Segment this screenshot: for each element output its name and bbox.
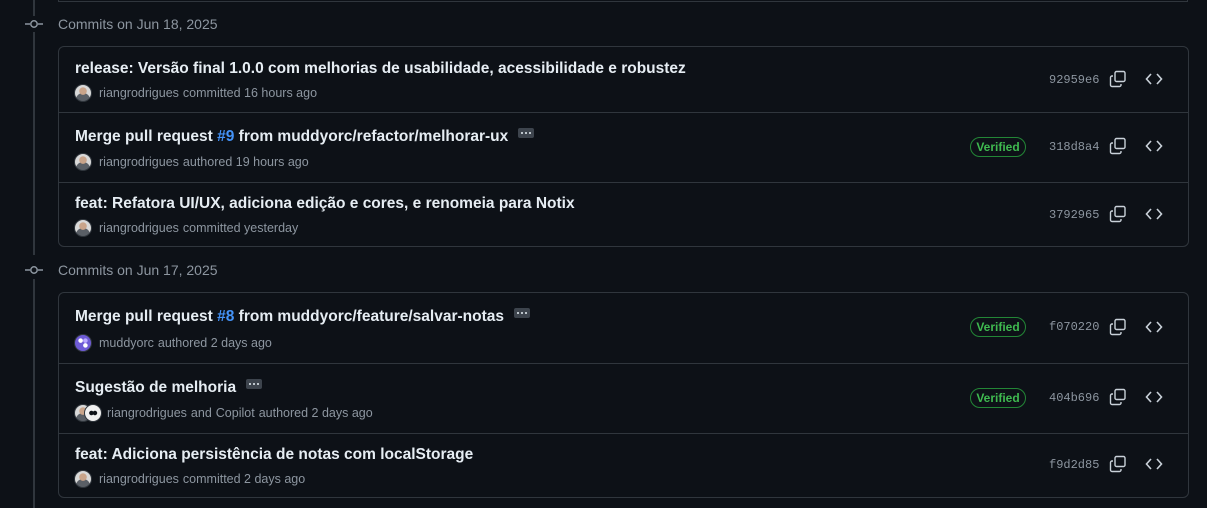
commit-sha-link[interactable]: 3792965 (1049, 208, 1099, 222)
commit-meta: riangrodrigues committed 16 hours ago (75, 85, 317, 101)
pull-request-link[interactable]: #8 (217, 308, 234, 326)
copy-icon[interactable] (1109, 455, 1127, 473)
coauthor-link[interactable]: Copilot (216, 406, 255, 420)
commit-sha-link[interactable]: 92959e6 (1049, 73, 1099, 87)
pull-request-link[interactable]: #9 (217, 128, 234, 146)
author-link[interactable]: riangrodrigues (99, 86, 179, 100)
timeline-line (33, 32, 35, 255)
verified-badge[interactable]: Verified (970, 317, 1026, 337)
commit-message[interactable]: Sugestão de melhoria (75, 379, 236, 397)
commit-row: release: Versão final 1.0.0 com melhoria… (59, 47, 1188, 112)
avatar[interactable] (75, 335, 91, 351)
kebab-horizontal-icon[interactable] (518, 128, 535, 138)
code-icon[interactable] (1145, 70, 1163, 88)
code-icon[interactable] (1145, 455, 1163, 473)
kebab-horizontal-icon[interactable] (246, 379, 263, 389)
git-commit-icon (24, 16, 44, 32)
coauthor-join: and (190, 406, 212, 420)
copy-icon[interactable] (1109, 318, 1127, 336)
copy-icon[interactable] (1109, 205, 1127, 223)
previous-box-edge-left (58, 0, 59, 2)
commit-title-link[interactable]: feat: Refatora UI/UX, adiciona edição e … (75, 195, 575, 213)
avatar[interactable] (75, 85, 91, 101)
verified-badge[interactable]: Verified (970, 137, 1026, 157)
author-link[interactable]: riangrodrigues (99, 221, 179, 235)
commit-message-prefix[interactable]: Merge pull request (75, 128, 217, 146)
commit-list-box: release: Versão final 1.0.0 com melhoria… (58, 46, 1189, 247)
avatar[interactable] (75, 220, 91, 236)
commit-message[interactable]: release: Versão final 1.0.0 com melhoria… (75, 60, 686, 78)
commit-title-link[interactable]: Sugestão de melhoria (75, 379, 263, 397)
commit-message[interactable]: feat: Refatora UI/UX, adiciona edição e … (75, 195, 575, 213)
git-commit-icon (24, 262, 44, 278)
commit-time: committed yesterday (182, 221, 299, 235)
commit-sha-link[interactable]: 404b696 (1049, 391, 1099, 405)
commit-message-prefix[interactable]: Merge pull request (75, 308, 217, 326)
copy-icon[interactable] (1109, 388, 1127, 406)
code-icon[interactable] (1145, 137, 1163, 155)
commit-time: committed 16 hours ago (182, 86, 318, 100)
avatar[interactable] (75, 154, 91, 170)
commit-time: authored 2 days ago (157, 336, 272, 350)
commit-title-link[interactable]: Merge pull request #8 from muddyorc/feat… (75, 308, 530, 326)
previous-box-edge (58, 0, 1188, 2)
commit-row: feat: Refatora UI/UX, adiciona edição e … (59, 182, 1188, 246)
commit-group-header: Commits on Jun 17, 2025 (24, 260, 218, 280)
commit-sha-link[interactable]: f070220 (1049, 320, 1099, 334)
avatar-stack[interactable] (75, 405, 101, 421)
commit-message-suffix[interactable]: from muddyorc/feature/salvar-notas (234, 308, 504, 326)
commit-meta: riangrodrigues committed 2 days ago (75, 471, 305, 487)
kebab-horizontal-icon[interactable] (513, 308, 530, 318)
commit-title-link[interactable]: feat: Adiciona persistência de notas com… (75, 446, 473, 464)
commit-meta: riangrodrigues and Copilot authored 2 da… (75, 405, 373, 421)
commit-row: Sugestão de melhoria riangrodrigues and … (59, 363, 1188, 433)
commit-list-box: Merge pull request #8 from muddyorc/feat… (58, 292, 1189, 498)
commit-sha-link[interactable]: f9d2d85 (1049, 458, 1099, 472)
commit-meta: riangrodrigues committed yesterday (75, 220, 298, 236)
commit-sha-link[interactable]: 318d8a4 (1049, 140, 1099, 154)
verified-badge[interactable]: Verified (970, 388, 1026, 408)
commit-message[interactable]: feat: Adiciona persistência de notas com… (75, 446, 473, 464)
copilot-avatar[interactable] (85, 405, 101, 421)
author-link[interactable]: riangrodrigues (99, 472, 179, 486)
code-icon[interactable] (1145, 205, 1163, 223)
copy-icon[interactable] (1109, 70, 1127, 88)
commit-group-date: Commits on Jun 18, 2025 (58, 16, 218, 32)
commit-title-link[interactable]: Merge pull request #9 from muddyorc/refa… (75, 128, 535, 146)
commit-message-suffix[interactable]: from muddyorc/refactor/melhorar-ux (234, 128, 509, 146)
commit-group-header: Commits on Jun 18, 2025 (24, 14, 218, 34)
commit-time: authored 19 hours ago (182, 155, 309, 169)
commit-row: Merge pull request #8 from muddyorc/feat… (59, 293, 1188, 363)
commit-title-link[interactable]: release: Versão final 1.0.0 com melhoria… (75, 60, 686, 78)
previous-box-edge-right (1187, 0, 1188, 2)
author-link[interactable]: muddyorc (99, 336, 154, 350)
code-icon[interactable] (1145, 388, 1163, 406)
commit-time: committed 2 days ago (182, 472, 306, 486)
author-link[interactable]: riangrodrigues (107, 406, 187, 420)
commit-row: Merge pull request #9 from muddyorc/refa… (59, 112, 1188, 182)
author-link[interactable]: riangrodrigues (99, 155, 179, 169)
commit-group-date: Commits on Jun 17, 2025 (58, 262, 218, 278)
commit-meta: riangrodrigues authored 19 hours ago (75, 154, 309, 170)
commit-row: feat: Adiciona persistência de notas com… (59, 433, 1188, 497)
copy-icon[interactable] (1109, 137, 1127, 155)
code-icon[interactable] (1145, 318, 1163, 336)
timeline-line (33, 279, 35, 508)
commit-meta: muddyorc authored 2 days ago (75, 335, 272, 351)
avatar[interactable] (75, 471, 91, 487)
commit-time: authored 2 days ago (258, 406, 373, 420)
